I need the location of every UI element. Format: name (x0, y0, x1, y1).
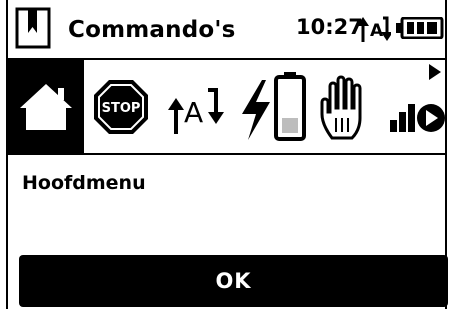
toolbar-item-home[interactable] (8, 60, 84, 153)
svg-text:A: A (370, 21, 384, 41)
toolbar-item-text-mode[interactable]: A (166, 60, 226, 153)
command-toolbar: STOP A (8, 58, 445, 155)
ok-button[interactable]: OK (19, 255, 448, 307)
battery-charging-icon (242, 72, 306, 141)
battery-full-icon (396, 17, 444, 39)
book-icon (15, 7, 51, 49)
home-icon (20, 84, 72, 130)
hand-icon (320, 75, 362, 140)
signal-play-icon (390, 104, 445, 132)
menu-heading: Hoofdmenu (22, 172, 146, 194)
stop-label: STOP (102, 101, 141, 116)
text-mode-label: A (184, 96, 203, 129)
header-bar: Commando's 10:27 A (8, 0, 445, 58)
toolbar-item-signal[interactable] (384, 60, 445, 153)
clock: 10:27 (296, 15, 363, 39)
arrow-right-icon (429, 64, 441, 80)
toolbar-item-charging[interactable] (236, 60, 306, 153)
page-title: Commando's (68, 17, 236, 43)
text-mode-icon: A (168, 88, 224, 134)
toolbar-item-hand[interactable] (314, 60, 374, 153)
stop-sign-icon: STOP (94, 80, 148, 134)
toolbar-item-stop[interactable]: STOP (90, 60, 150, 153)
abc-text-icon: A (357, 16, 391, 42)
